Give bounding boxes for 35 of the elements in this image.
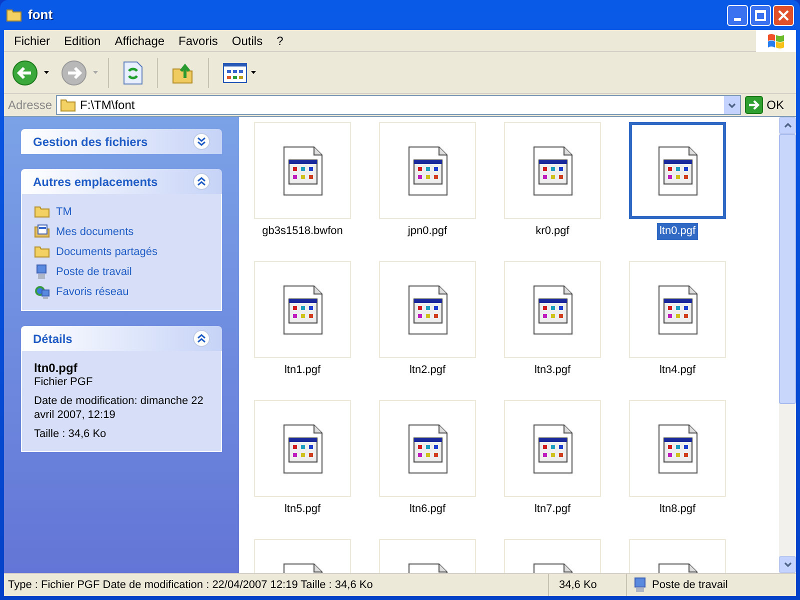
status-text: Type : Fichier PGF Date de modification : 22/04/2007 12:19 Taille : 34,6 Ko [7, 578, 374, 593]
file-type: Fichier PGF [34, 375, 94, 389]
file-label[interactable]: ltn4.pgf [657, 362, 698, 378]
place-link[interactable]: Favoris réseau [34, 284, 209, 300]
place-link[interactable]: Documents partagés [34, 244, 209, 260]
file-label[interactable]: ltn6.pgf [407, 501, 448, 518]
place-link[interactable]: Poste de travail [34, 264, 209, 280]
file-label[interactable]: ltn2.pgf [407, 362, 448, 378]
menu-item[interactable]: Affichage [108, 30, 171, 50]
modified-date: Date de modification: dimanche 22 avril 2007, 12:19 [34, 394, 204, 422]
file-label[interactable]: gb3s1518.bwfon [260, 223, 345, 240]
menu-item[interactable]: Fichier [8, 30, 56, 50]
file-label[interactable]: ltn1.pgf [282, 362, 323, 378]
panel-title[interactable]: Détails [33, 330, 72, 348]
menu-item[interactable]: Edition [58, 30, 107, 50]
file-label[interactable]: jpn0.pgf [406, 223, 450, 240]
place-link[interactable]: TM [34, 204, 209, 220]
file-label[interactable]: ltn7.pgf [532, 501, 573, 518]
file-label[interactable]: ltn5.pgf [282, 501, 323, 518]
menu-item[interactable]: ? [270, 30, 290, 50]
file-label[interactable]: ltn8.pgf [657, 501, 698, 518]
status-size: 34,6 Ko [548, 574, 626, 596]
menu-item[interactable]: Outils [226, 30, 269, 50]
status-zone: Poste de travail [652, 578, 728, 593]
window-title: font [28, 6, 53, 24]
file-name: ltn0.pgf [34, 361, 78, 375]
address-field[interactable]: F:\TM\font [56, 95, 741, 115]
go-button[interactable]: OK [744, 96, 792, 114]
file-label[interactable]: ltn0.pgf [657, 223, 698, 240]
address-label: Adresse [8, 97, 52, 114]
menu-item[interactable]: Favoris [172, 30, 224, 50]
place-link[interactable]: Mes documents [34, 224, 209, 240]
file-label[interactable]: ltn3.pgf [532, 362, 573, 378]
file-size: Taille : 34,6 Ko [34, 427, 108, 441]
file-label[interactable]: kr0.pgf [534, 223, 572, 240]
